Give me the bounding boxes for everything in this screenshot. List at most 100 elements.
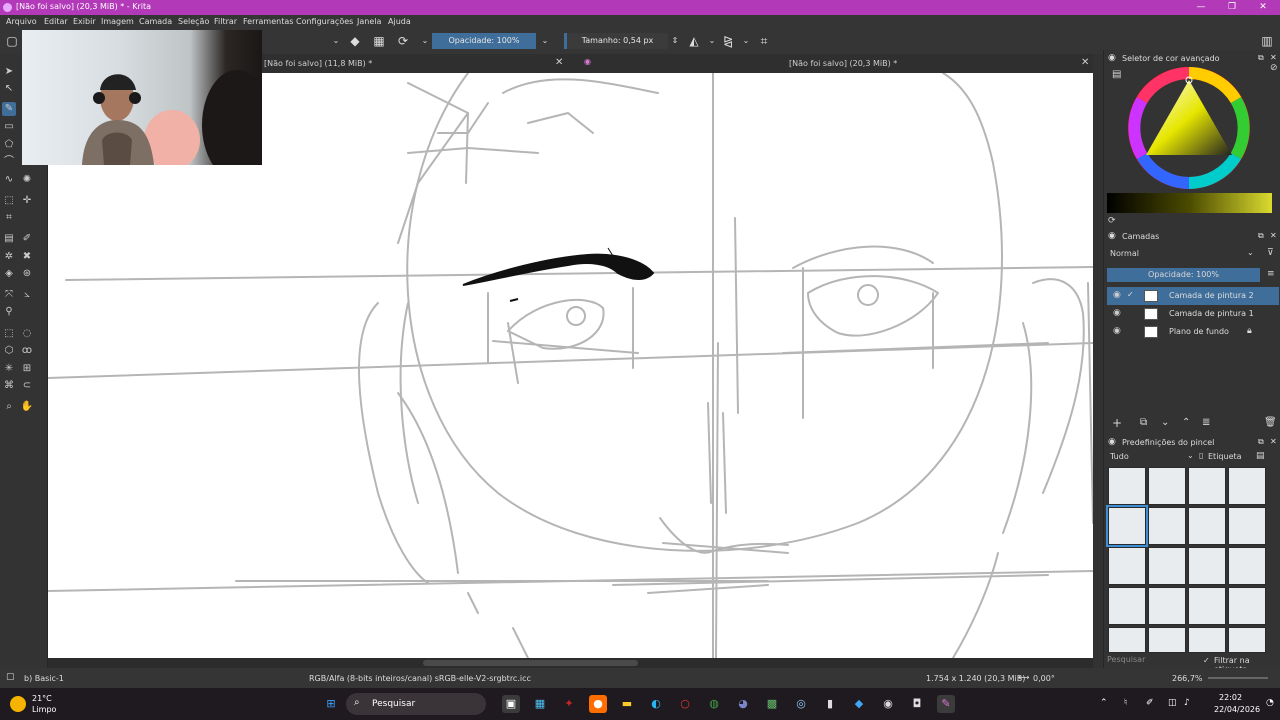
chevron-down-icon[interactable]: ⌄ — [537, 33, 553, 49]
menu-editar[interactable]: Editar — [44, 17, 68, 26]
brush-preset[interactable] — [1228, 627, 1266, 653]
transform-tool-icon[interactable]: ⬚ — [2, 194, 16, 208]
brush-preset[interactable] — [1228, 507, 1266, 545]
brush-preset[interactable] — [1148, 507, 1186, 545]
colorize-mask-tool-icon[interactable]: ✖ — [20, 250, 34, 264]
reference-images-tool-icon[interactable]: ⚲ — [2, 305, 16, 319]
menu-janela[interactable]: Janela — [357, 17, 381, 26]
polygon-tool-icon[interactable]: ⬠ — [2, 138, 16, 152]
menu-ajuda[interactable]: Ajuda — [388, 17, 411, 26]
brush-preset[interactable] — [1108, 587, 1146, 625]
brush-preset[interactable] — [1108, 467, 1146, 505]
network-icon[interactable]: ◫ — [1168, 698, 1177, 708]
app-icon[interactable]: ◆ — [850, 695, 868, 713]
layer-row[interactable]: ◉ ✓ Camada de pintura 2 — [1107, 287, 1279, 305]
close-button[interactable]: ✕ — [1256, 1, 1270, 13]
brush-preview-icon[interactable]: ▢ — [6, 672, 15, 682]
delete-layer-icon[interactable]: 🗑︎ — [1264, 417, 1277, 428]
layer-row[interactable]: ◉ Plano de fundo 🔒︎ — [1107, 323, 1279, 341]
menu-exibir[interactable]: Exibir — [73, 17, 96, 26]
contiguous-selection-icon[interactable]: ✳ — [2, 362, 16, 376]
menu-selecao[interactable]: Seleção — [178, 17, 209, 26]
edit-shapes-tool-icon[interactable]: ↖ — [2, 82, 16, 96]
float-icon[interactable]: ⧉ — [1258, 231, 1264, 241]
close-tab-icon[interactable]: ✕ — [555, 57, 563, 68]
weather-icon[interactable] — [10, 696, 26, 712]
assistant-tool-icon[interactable]: ⤧ — [2, 288, 16, 302]
krita-taskbar-icon[interactable]: ✎ — [937, 695, 955, 713]
brush-preset[interactable] — [1228, 547, 1266, 585]
reload-preset-icon[interactable]: ⟳ — [395, 33, 411, 49]
pan-tool-icon[interactable]: ✋ — [20, 400, 34, 414]
elliptical-selection-icon[interactable]: ◌ — [20, 327, 34, 341]
menu-arquivo[interactable]: Arquivo — [6, 17, 37, 26]
scrollbar-thumb[interactable] — [423, 660, 638, 666]
chevron-down-icon[interactable]: ⌄ — [417, 33, 433, 49]
polygonal-selection-icon[interactable]: ⬡ — [2, 344, 16, 358]
brush-preset[interactable] — [1228, 467, 1266, 505]
add-layer-icon[interactable]: + — [1112, 416, 1122, 430]
float-icon[interactable]: ⧉ — [1258, 53, 1264, 63]
minecraft-icon[interactable]: ▩ — [763, 695, 781, 713]
volume-icon[interactable]: ♪ — [1184, 698, 1190, 708]
discord-icon[interactable]: ◕ — [734, 695, 752, 713]
brush-preset[interactable] — [1188, 467, 1226, 505]
color-history-strip[interactable] — [1107, 193, 1272, 213]
pen-icon[interactable]: ✐ — [1146, 698, 1154, 708]
notification-icon[interactable]: ◔ — [1266, 698, 1274, 708]
app-icon[interactable]: ● — [589, 695, 607, 713]
move-down-icon[interactable]: ⌄ — [1161, 417, 1169, 428]
restore-button[interactable]: ❐ — [1225, 1, 1239, 13]
brush-preset[interactable] — [1228, 587, 1266, 625]
app-icon[interactable]: ◘ — [908, 695, 926, 713]
tab-document-2[interactable]: [Não foi salvo] (20,3 MiB) * — [789, 59, 897, 68]
similar-color-selection-icon[interactable]: ⊞ — [20, 362, 34, 376]
move-up-icon[interactable]: ⌃ — [1182, 417, 1190, 428]
select-shapes-tool-icon[interactable]: ➤ — [2, 65, 16, 79]
docker-lock-icon[interactable]: ◉ — [1108, 53, 1116, 63]
measure-tool-icon[interactable]: ⦣ — [20, 288, 34, 302]
gradient-tool-icon[interactable]: ▤ — [2, 232, 16, 246]
color-settings-icon[interactable]: ▤ — [1112, 69, 1121, 80]
brush-preset[interactable] — [1108, 547, 1146, 585]
brush-filter-select[interactable]: Tudo ⌄ — [1107, 451, 1195, 463]
clock-date[interactable]: 22/04/2026 — [1214, 705, 1260, 714]
mirror-vertical-icon[interactable]: ⧎ — [720, 33, 736, 49]
brush-preset[interactable] — [1108, 627, 1146, 653]
freehand-brush-tool-icon[interactable]: ✎ — [2, 102, 16, 116]
eraser-icon[interactable]: ◆ — [347, 33, 363, 49]
workspace-icon[interactable]: ▥ — [1259, 33, 1275, 49]
brush-preset[interactable] — [1148, 627, 1186, 653]
chevron-down-icon[interactable]: ⌄ — [704, 33, 720, 49]
chevron-down-icon[interactable]: ⌄ — [738, 33, 754, 49]
fill-tool-icon[interactable]: ◈ — [2, 267, 16, 281]
menu-camada[interactable]: Camada — [139, 17, 172, 26]
layer-opacity-slider[interactable]: Opacidade: 100% — [1107, 268, 1260, 282]
opacity-slider[interactable]: Opacidade: 100% — [432, 33, 536, 49]
obs-icon[interactable]: ◉ — [879, 695, 897, 713]
alpha-lock-icon[interactable]: ▦ — [371, 33, 387, 49]
app-icon[interactable]: ✦ — [560, 695, 578, 713]
brush-preset[interactable] — [1188, 547, 1226, 585]
windows-start-icon[interactable]: ⊞ — [322, 695, 340, 713]
brush-preset[interactable] — [1188, 587, 1226, 625]
brush-preset[interactable] — [1188, 627, 1226, 653]
enclose-fill-tool-icon[interactable]: ⊛ — [20, 267, 34, 281]
stepper-icon[interactable]: ⇕ — [667, 33, 683, 49]
taskbar-search[interactable]: ⌕ Pesquisar — [346, 693, 486, 715]
multibrush-tool-icon[interactable]: ✺ — [20, 173, 34, 187]
task-view-icon[interactable]: ▣ — [502, 695, 520, 713]
close-tab-icon[interactable]: ✕ — [1081, 57, 1089, 68]
brush-preset[interactable] — [1148, 547, 1186, 585]
smart-patch-tool-icon[interactable]: ✲ — [2, 250, 16, 264]
tag-label[interactable]: Etiqueta — [1208, 452, 1242, 461]
color-picker-tool-icon[interactable]: ✐ — [20, 232, 34, 246]
close-icon[interactable]: ✕ — [1270, 437, 1277, 446]
close-icon[interactable]: ✕ — [1270, 231, 1277, 240]
whatsapp-icon[interactable]: ◍ — [705, 695, 723, 713]
pin-icon[interactable]: ⊘ — [1270, 63, 1278, 73]
color-wheel[interactable] — [1124, 63, 1254, 193]
widgets-icon[interactable]: ▦ — [531, 695, 549, 713]
tab-document-1[interactable]: [Não foi salvo] (11,8 MiB) * — [264, 59, 372, 68]
menu-ferramentas[interactable]: Ferramentas — [243, 17, 293, 26]
